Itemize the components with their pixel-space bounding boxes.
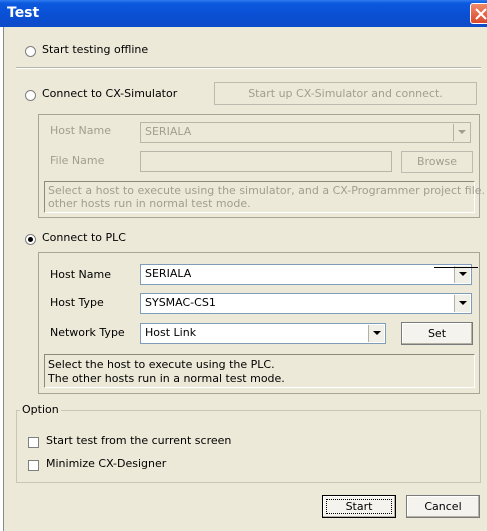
- plc-note-line2: The other hosts run in a normal test mod…: [48, 372, 285, 385]
- plc-host-name-select[interactable]: SERIALA: [140, 264, 472, 285]
- plc-host-name-value: SERIALA: [145, 267, 192, 280]
- start-from-current-label[interactable]: Start test from the current screen: [46, 434, 231, 447]
- dropdown-arrow[interactable]: [454, 266, 470, 283]
- separator: [16, 67, 481, 69]
- dropdown-arrow[interactable]: [368, 325, 384, 342]
- start-from-current-checkbox[interactable]: [28, 437, 39, 448]
- simulator-radio[interactable]: [25, 90, 36, 101]
- offline-radio[interactable]: [25, 46, 36, 57]
- simulator-note: Select a host to execute using the simul…: [44, 181, 487, 213]
- option-group-label: Option: [20, 403, 61, 416]
- window-title: Test: [7, 5, 40, 21]
- sim-host-name-label: Host Name: [50, 124, 111, 137]
- minimize-checkbox[interactable]: [28, 460, 39, 471]
- plc-host-type-label: Host Type: [50, 296, 104, 309]
- plc-network-type-value: Host Link: [145, 326, 197, 339]
- chevron-down-icon: [458, 130, 466, 134]
- plc-radio[interactable]: [25, 234, 36, 245]
- plc-panel: Host Name SERIALA Host Type SYSMAC-CS1 N…: [38, 252, 480, 394]
- plc-host-name-label: Host Name: [50, 268, 111, 281]
- close-button[interactable]: [470, 3, 487, 24]
- minimize-label[interactable]: Minimize CX-Designer: [46, 457, 166, 470]
- callout-line: [434, 267, 478, 268]
- chevron-down-icon: [373, 331, 381, 335]
- plc-note-line1: Select the host to execute using the PLC…: [48, 358, 275, 371]
- title-bar[interactable]: Test: [0, 0, 487, 27]
- focus-rect: [326, 499, 392, 514]
- chevron-down-icon: [459, 301, 467, 305]
- close-icon: [475, 8, 487, 20]
- plc-host-type-select[interactable]: SYSMAC-CS1: [140, 293, 472, 314]
- browse-button[interactable]: Browse: [401, 151, 473, 173]
- plc-network-type-label: Network Type: [50, 326, 125, 339]
- sim-file-name-label: File Name: [50, 154, 105, 167]
- sim-note-line2: other hosts run in normal test mode.: [48, 197, 251, 210]
- dropdown-arrow[interactable]: [454, 295, 470, 312]
- sim-note-line1: Select a host to execute using the simul…: [48, 184, 487, 197]
- dialog-body: Start testing offline Connect to CX-Simu…: [3, 27, 487, 531]
- sim-host-name-select[interactable]: SERIALA: [140, 122, 471, 143]
- plc-label[interactable]: Connect to PLC: [42, 231, 126, 244]
- start-simulator-button[interactable]: Start up CX-Simulator and connect.: [214, 82, 477, 105]
- test-dialog: Test Start testing offline Connect to CX…: [0, 0, 487, 531]
- simulator-panel: Host Name SERIALA File Name Browse Selec…: [38, 114, 487, 218]
- cancel-button[interactable]: Cancel: [406, 495, 480, 518]
- sim-host-name-value: SERIALA: [145, 125, 192, 138]
- simulator-label[interactable]: Connect to CX-Simulator: [42, 87, 177, 100]
- set-button[interactable]: Set: [401, 322, 473, 345]
- chevron-down-icon: [459, 272, 467, 276]
- start-button[interactable]: Start: [322, 495, 396, 518]
- plc-network-type-select[interactable]: Host Link: [140, 323, 386, 344]
- plc-host-type-value: SYSMAC-CS1: [145, 296, 216, 309]
- dropdown-arrow[interactable]: [453, 124, 469, 141]
- offline-label[interactable]: Start testing offline: [42, 43, 148, 56]
- plc-note: Select the host to execute using the PLC…: [44, 354, 475, 388]
- sim-file-name-input[interactable]: [140, 151, 392, 172]
